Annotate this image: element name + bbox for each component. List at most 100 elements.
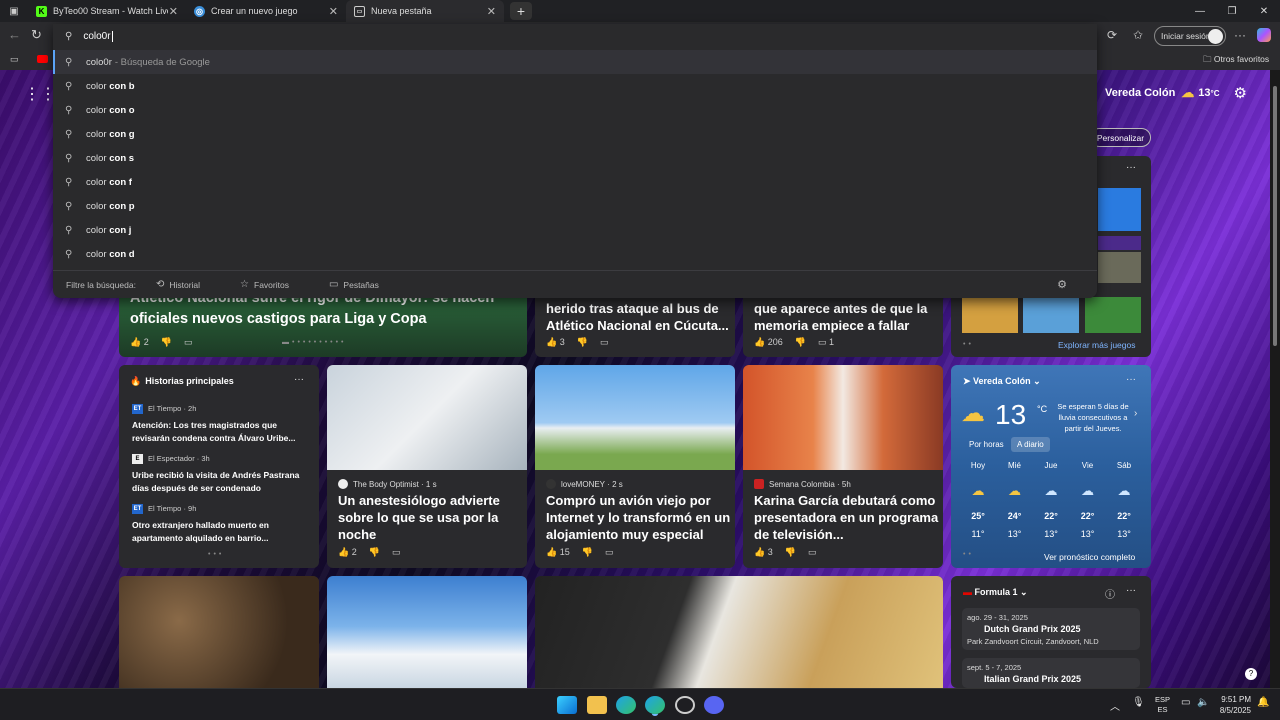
forecast-link[interactable]: Ver pronóstico completo bbox=[1044, 552, 1135, 562]
forecast-day[interactable]: Vie ☁ 22° 13° bbox=[1074, 461, 1102, 541]
dislike-icon[interactable]: 👎 bbox=[582, 547, 593, 558]
help-icon[interactable]: ? bbox=[1245, 668, 1257, 680]
search-suggestion[interactable]: ⚲ color con g bbox=[53, 122, 1097, 146]
weather-note[interactable]: Se esperan 5 días de lluvia consecutivos… bbox=[1052, 401, 1134, 434]
like-icon[interactable]: 👍 206 bbox=[754, 337, 783, 348]
news-card[interactable]: loveMONEY · 2 s Compró un avión viejo po… bbox=[535, 365, 735, 568]
volume-icon[interactable]: 🔈 bbox=[1197, 697, 1209, 708]
like-icon[interactable]: 👍 3 bbox=[546, 337, 565, 348]
obs-icon[interactable] bbox=[675, 696, 695, 714]
story-item[interactable]: ET El Tiempo · 9h Otro extranjero hallado… bbox=[132, 502, 310, 545]
search-suggestion[interactable]: ⚲ color con o bbox=[53, 98, 1097, 122]
filter-history[interactable]: ⟲ Historial bbox=[156, 279, 220, 290]
comment-icon[interactable]: ▭ 1 bbox=[818, 337, 834, 348]
weather-location[interactable]: ➤ Vereda Colón ⌄ bbox=[963, 376, 1041, 387]
other-favorites[interactable]: 🗀 Otros favoritos bbox=[1203, 54, 1269, 68]
dislike-icon[interactable]: 👎 bbox=[577, 337, 588, 348]
chevron-right-icon[interactable]: › bbox=[1134, 408, 1137, 419]
close-window-button[interactable]: ✕ bbox=[1248, 0, 1280, 22]
game-tile[interactable] bbox=[962, 297, 1018, 333]
tab-actions-icon[interactable]: ▣ bbox=[0, 6, 28, 17]
comment-icon[interactable]: ▭ bbox=[392, 547, 401, 558]
filter-favorites[interactable]: ☆ Favoritos bbox=[240, 279, 309, 290]
formula1-card[interactable]: ▬ Formula 1 ⌄ ⓘ ··· ago. 29 - 31, 2025 D… bbox=[951, 576, 1151, 688]
game-tile[interactable] bbox=[1098, 188, 1141, 231]
settings-icon[interactable]: ⚙ bbox=[1234, 84, 1247, 102]
weather-summary[interactable]: Vereda Colón ☁ 13 °C ⚙ bbox=[1105, 84, 1247, 102]
tab-kick[interactable]: K ByTeo00 Stream - Watch Live on ✕ bbox=[28, 0, 186, 22]
dislike-icon[interactable]: 👎 bbox=[161, 337, 172, 348]
game-tile[interactable] bbox=[1098, 252, 1141, 283]
like-icon[interactable]: 👍 3 bbox=[754, 547, 773, 558]
edge-active-icon[interactable] bbox=[645, 696, 665, 714]
more-icon[interactable]: ··· bbox=[1126, 162, 1136, 173]
search-suggestion[interactable]: ⚲ color con s bbox=[53, 146, 1097, 170]
close-icon[interactable]: ✕ bbox=[487, 5, 496, 18]
comment-icon[interactable]: ▭ bbox=[600, 337, 609, 348]
edge-icon[interactable] bbox=[616, 696, 636, 714]
news-card[interactable] bbox=[535, 576, 943, 688]
more-menu-icon[interactable]: ··· bbox=[1234, 28, 1246, 42]
extensions-icon[interactable]: ⟳ bbox=[1107, 28, 1117, 42]
forecast-day[interactable]: Sáb ☁ 22° 13° bbox=[1110, 461, 1138, 541]
favorites-icon[interactable]: ✩ bbox=[1133, 28, 1143, 42]
back-icon[interactable]: ← bbox=[8, 27, 21, 42]
comment-icon[interactable]: ▭ bbox=[184, 337, 193, 348]
network-icon[interactable]: ▭ bbox=[1181, 697, 1190, 708]
game-tile[interactable] bbox=[1085, 297, 1141, 333]
minimize-button[interactable]: — bbox=[1184, 0, 1216, 22]
mic-icon[interactable]: 🎙 bbox=[1132, 697, 1145, 708]
tray-chevron-icon[interactable]: ︿ bbox=[1110, 698, 1120, 713]
scrollbar[interactable] bbox=[1270, 70, 1280, 688]
more-icon[interactable]: ··· bbox=[1126, 374, 1136, 385]
close-icon[interactable]: ✕ bbox=[329, 5, 338, 18]
more-icon[interactable]: ··· bbox=[1126, 585, 1136, 596]
news-card[interactable] bbox=[119, 576, 319, 688]
search-suggestion[interactable]: ⚲ color con f bbox=[53, 170, 1097, 194]
tab-daily[interactable]: A diario bbox=[1011, 437, 1050, 452]
tab-nueva-pestana[interactable]: ▭ Nueva pestaña ✕ bbox=[346, 0, 504, 22]
refresh-icon[interactable]: ↻ bbox=[31, 27, 42, 43]
tab-crear-juego[interactable]: ◎ Crear un nuevo juego ✕ bbox=[186, 0, 346, 22]
personalize-button[interactable]: Personalizar bbox=[1090, 128, 1151, 147]
story-item[interactable]: ET El Tiempo · 2h Atención: Los tres magi… bbox=[132, 402, 310, 445]
forecast-day[interactable]: Jue ☁ 22° 13° bbox=[1037, 461, 1065, 541]
news-card[interactable]: Semana Colombia · 5h Karina García debut… bbox=[743, 365, 943, 568]
comment-icon[interactable]: ▭ bbox=[605, 547, 614, 558]
start-icon[interactable] bbox=[557, 696, 577, 714]
like-icon[interactable]: 👍 2 bbox=[130, 337, 149, 348]
discord-icon[interactable] bbox=[704, 696, 724, 714]
dislike-icon[interactable]: 👎 bbox=[369, 547, 380, 558]
like-icon[interactable]: 👍 2 bbox=[338, 547, 357, 558]
news-card[interactable]: The Body Optimist · 1 s Un anestesiólogo… bbox=[327, 365, 527, 568]
search-suggestion[interactable]: ⚲ color con j bbox=[53, 218, 1097, 242]
file-explorer-icon[interactable] bbox=[587, 696, 607, 714]
filter-tabs[interactable]: ▭ Pestañas bbox=[329, 279, 399, 290]
search-suggestion[interactable]: ⚲ colo0r - Búsqueda de Google bbox=[53, 50, 1097, 74]
game-tile[interactable] bbox=[1023, 297, 1079, 333]
address-bar-input[interactable]: ⚲ colo0r bbox=[53, 24, 1097, 49]
new-tab-button[interactable]: + bbox=[510, 2, 532, 20]
forecast-day[interactable]: Hoy ☁ 25° 11° bbox=[964, 461, 992, 541]
clock[interactable]: 9:51 PM 8/5/2025 bbox=[1215, 694, 1251, 716]
language-indicator[interactable]: ESP ES bbox=[1155, 695, 1170, 715]
weather-card[interactable]: ➤ Vereda Colón ⌄ ··· ☁ 13 °C Se esperan … bbox=[951, 365, 1151, 568]
news-card[interactable] bbox=[327, 576, 527, 688]
dislike-icon[interactable]: 👎 bbox=[795, 337, 806, 348]
formula1-header[interactable]: ▬ Formula 1 ⌄ bbox=[963, 587, 1028, 598]
like-icon[interactable]: 👍 15 bbox=[546, 547, 570, 558]
more-icon[interactable]: ··· bbox=[294, 374, 304, 385]
f1-event[interactable]: ago. 29 - 31, 2025 Dutch Grand Prix 2025… bbox=[962, 608, 1140, 650]
youtube-icon[interactable] bbox=[37, 55, 48, 63]
f1-event[interactable]: sept. 5 - 7, 2025 Italian Grand Prix 202… bbox=[962, 658, 1140, 688]
search-suggestion[interactable]: ⚲ color con p bbox=[53, 194, 1097, 218]
search-suggestion[interactable]: ⚲ color con b bbox=[53, 74, 1097, 98]
search-suggestion[interactable]: ⚲ color con d bbox=[53, 242, 1097, 266]
dislike-icon[interactable]: 👎 bbox=[785, 547, 796, 558]
forecast-day[interactable]: Mié ☁ 24° 13° bbox=[1001, 461, 1029, 541]
copilot-icon[interactable] bbox=[1257, 28, 1271, 42]
signin-button[interactable]: Iniciar sesión bbox=[1154, 26, 1226, 46]
game-tile[interactable] bbox=[1098, 236, 1141, 250]
info-icon[interactable]: ⓘ bbox=[1105, 586, 1115, 601]
close-icon[interactable]: ✕ bbox=[169, 5, 178, 18]
